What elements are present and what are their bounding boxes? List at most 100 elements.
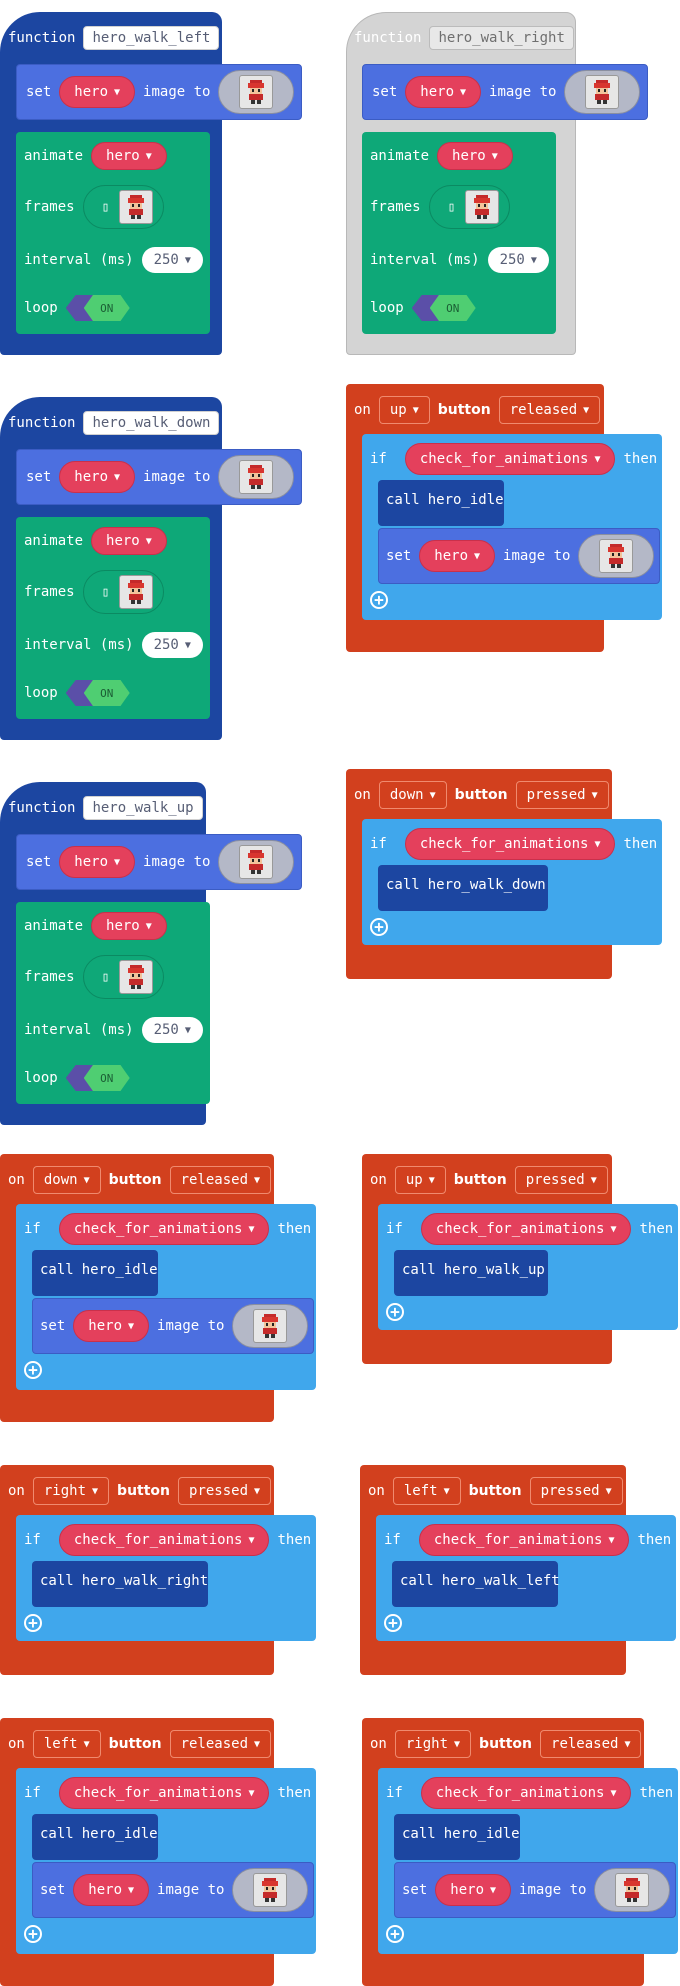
event-block-left-released[interactable]: on left ▼ button released ▼ if check_for_a… [0,1718,316,1986]
frames-keyword: frames [24,199,75,215]
hero-sprite-icon [262,1878,279,1902]
plus-circle-icon[interactable]: + [370,591,388,609]
function-block-hero-walk-right[interactable]: function hero_walk_right set hero ▼ image… [346,12,648,355]
event-type-dropdown[interactable]: pressed ▼ [514,1166,608,1194]
function-name-field[interactable]: hero_walk_down [83,411,220,435]
event-type-dropdown[interactable]: released ▼ [498,396,601,424]
event-block-left-pressed[interactable]: on left ▼ button pressed ▼ if check_for_an… [360,1465,676,1675]
if-keyword: if [24,1221,41,1237]
plus-circle-icon[interactable]: + [386,1925,404,1943]
event-type-dropdown[interactable]: pressed ▼ [178,1477,272,1505]
event-type-dropdown[interactable]: pressed ▼ [529,1477,623,1505]
image-picker[interactable] [564,70,641,114]
event-block-up-pressed[interactable]: on up ▼ button pressed ▼ if check_for_anim… [362,1154,678,1364]
if-keyword: if [370,836,387,852]
button-dropdown[interactable]: up ▼ [378,396,430,424]
plus-circle-icon[interactable]: + [386,1303,404,1321]
event-type-dropdown[interactable]: released ▼ [169,1166,272,1194]
caret-down-icon: ▼ [254,1485,261,1497]
image-picker[interactable] [218,70,295,114]
plus-circle-icon[interactable]: + [370,918,388,936]
event-block-down-released[interactable]: on down ▼ button released ▼ if check_for_a… [0,1154,316,1422]
event-block-up-released[interactable]: on up ▼ button released ▼ if check_for_ani… [346,384,662,652]
button-dropdown[interactable]: left ▼ [392,1477,461,1505]
function-block-hero-walk-down[interactable]: function hero_walk_down set hero ▼ image … [0,397,302,740]
hero-sprite-icon [248,80,265,104]
function-block-hero-walk-up[interactable]: function hero_walk_up set hero ▼ image to… [0,782,302,1125]
frames-editor[interactable]: ▯ [82,570,165,614]
button-dropdown[interactable]: down ▼ [378,781,447,809]
animate-sprite-dropdown[interactable]: hero ▼ [91,142,167,170]
image-picker[interactable] [232,1868,309,1912]
function-name-field[interactable]: hero_walk_right [429,26,574,50]
button-dropdown[interactable]: left ▼ [32,1730,101,1758]
image-picker[interactable] [578,534,655,578]
sprite-variable-dropdown[interactable]: hero ▼ [405,76,482,108]
image-picker[interactable] [594,1868,671,1912]
interval-dropdown[interactable]: 250 ▼ [141,247,203,273]
function-block-hero-walk-left[interactable]: function hero_walk_left set hero ▼ image … [0,12,302,355]
loop-toggle[interactable]: ON [411,295,476,321]
event-block-right-pressed[interactable]: on right ▼ button pressed ▼ if check_for_a… [0,1465,316,1675]
condition-dropdown[interactable]: check_for_animations ▼ [58,1524,270,1556]
image-picker[interactable] [218,455,295,499]
function-name-field[interactable]: hero_walk_left [83,26,220,50]
button-dropdown[interactable]: right ▼ [394,1730,472,1758]
hero-sprite-icon [608,544,625,568]
plus-circle-icon[interactable]: + [24,1361,42,1379]
frames-editor[interactable]: ▯ [82,955,165,999]
button-dropdown[interactable]: up ▼ [394,1166,446,1194]
loop-toggle[interactable]: ON [65,1065,130,1091]
button-dropdown[interactable]: right ▼ [32,1477,110,1505]
condition-dropdown[interactable]: check_for_animations ▼ [404,443,616,475]
frames-box-icon: ▯ [101,199,110,215]
caret-down-icon: ▼ [83,1738,90,1750]
caret-down-icon: ▼ [145,150,152,162]
animate-sprite-dropdown[interactable]: hero ▼ [91,527,167,555]
event-type-dropdown[interactable]: pressed ▼ [515,781,609,809]
caret-down-icon: ▼ [254,1174,261,1186]
image-to-label: image to [503,548,571,564]
event-type-dropdown[interactable]: released ▼ [540,1730,642,1758]
condition-dropdown[interactable]: check_for_animations ▼ [420,1213,632,1245]
plus-circle-icon[interactable]: + [24,1925,42,1943]
condition-dropdown[interactable]: check_for_animations ▼ [418,1524,630,1556]
caret-down-icon: ▼ [184,254,191,266]
animate-sprite-dropdown[interactable]: hero ▼ [91,912,167,940]
event-type-dropdown[interactable]: released ▼ [169,1730,272,1758]
event-block-right-released[interactable]: on right ▼ button released ▼ if check_for_… [362,1718,678,1986]
image-picker[interactable] [232,1304,309,1348]
caret-down-icon: ▼ [605,1485,612,1497]
event-block-down-pressed[interactable]: on down ▼ button pressed ▼ if check_for_an… [346,769,662,979]
condition-dropdown[interactable]: check_for_animations ▼ [58,1213,270,1245]
sprite-variable-dropdown[interactable]: hero ▼ [435,1874,512,1906]
frames-editor[interactable]: ▯ [82,185,165,229]
animate-sprite-dropdown[interactable]: hero ▼ [437,142,513,170]
interval-keyword: interval (ms) [24,1022,134,1038]
frames-editor[interactable]: ▯ [428,185,511,229]
sprite-variable-dropdown[interactable]: hero ▼ [59,76,136,108]
loop-toggle[interactable]: ON [65,295,130,321]
call-function-name: hero_idle [81,1262,158,1278]
plus-circle-icon[interactable]: + [24,1614,42,1632]
condition-dropdown[interactable]: check_for_animations ▼ [404,828,616,860]
function-name-field[interactable]: hero_walk_up [83,796,203,820]
loop-keyword: loop [24,300,58,316]
caret-down-icon: ▼ [610,1223,617,1235]
interval-dropdown[interactable]: 250 ▼ [141,1017,203,1043]
interval-dropdown[interactable]: 250 ▼ [141,632,203,658]
loop-toggle[interactable]: ON [65,680,130,706]
plus-circle-icon[interactable]: + [384,1614,402,1632]
condition-dropdown[interactable]: check_for_animations ▼ [58,1777,270,1809]
sprite-variable-dropdown[interactable]: hero ▼ [73,1874,150,1906]
sprite-variable-dropdown[interactable]: hero ▼ [73,1310,150,1342]
sprite-variable-dropdown[interactable]: hero ▼ [59,846,136,878]
interval-dropdown[interactable]: 250 ▼ [487,247,549,273]
frames-box-icon: ▯ [101,969,110,985]
button-dropdown[interactable]: down ▼ [32,1166,101,1194]
sprite-variable-dropdown[interactable]: hero ▼ [419,540,496,572]
image-to-label: image to [157,1318,225,1334]
condition-dropdown[interactable]: check_for_animations ▼ [420,1777,632,1809]
sprite-variable-dropdown[interactable]: hero ▼ [59,461,136,493]
image-picker[interactable] [218,840,295,884]
